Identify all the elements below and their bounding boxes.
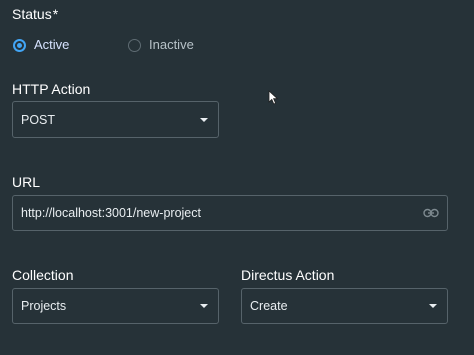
status-label-row: Status* [12, 5, 58, 23]
required-asterisk: * [52, 6, 59, 22]
mouse-pointer-icon [268, 90, 279, 105]
http-action-value: POST [21, 112, 56, 127]
chevron-down-icon [429, 304, 437, 308]
http-action-label: HTTP Action [12, 81, 91, 97]
collection-value: Projects [21, 299, 67, 313]
status-option-inactive[interactable]: Inactive [128, 37, 194, 53]
chevron-down-icon [200, 304, 208, 308]
collection-select[interactable]: Projects [12, 288, 219, 324]
link-icon[interactable] [423, 208, 439, 218]
directus-action-value: Create [250, 299, 288, 313]
url-value[interactable]: http://localhost:3001/new-project [21, 206, 423, 220]
radio-unselected-icon[interactable] [128, 38, 141, 52]
url-input[interactable]: http://localhost:3001/new-project [12, 195, 448, 231]
directus-action-label: Directus Action [241, 267, 335, 283]
radio-selected-icon[interactable] [13, 38, 26, 52]
status-label: Status [12, 6, 52, 22]
url-label: URL [12, 174, 41, 190]
chevron-down-icon [200, 117, 208, 122]
directus-action-select[interactable]: Create [241, 288, 448, 324]
status-option-active[interactable]: Active [13, 37, 69, 53]
status-option-inactive-label: Inactive [149, 37, 194, 52]
http-action-select[interactable]: POST [12, 101, 219, 138]
collection-label: Collection [12, 267, 74, 283]
status-option-active-label: Active [34, 37, 70, 52]
